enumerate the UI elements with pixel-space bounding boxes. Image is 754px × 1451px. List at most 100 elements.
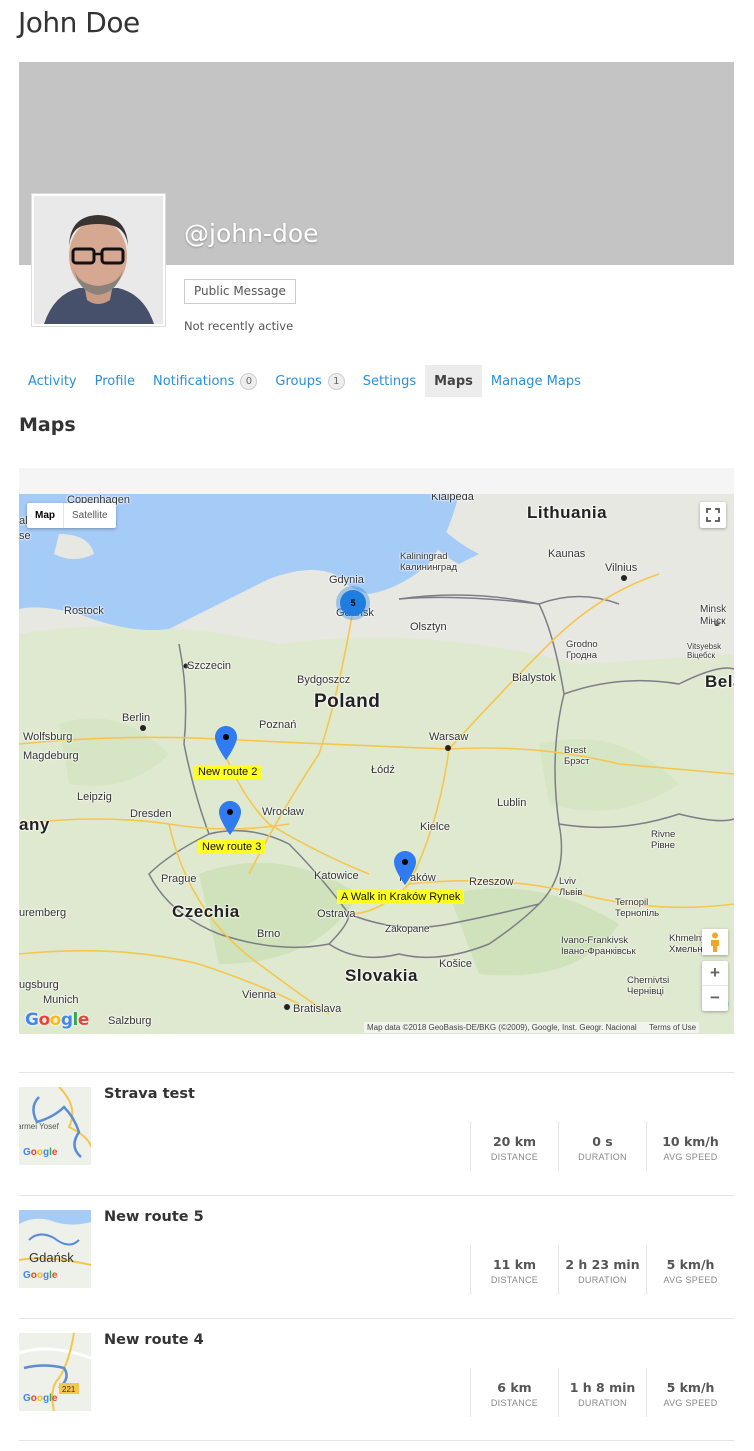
map-label: Vitsyebsk Віцебск	[687, 642, 722, 660]
stat-label: DISTANCE	[490, 1152, 539, 1162]
map-pin-icon[interactable]	[215, 726, 237, 760]
zoom-out-button[interactable]: −	[702, 986, 728, 1011]
map-label: se	[19, 530, 31, 542]
route-thumbnail-map: 221 Google	[19, 1333, 91, 1411]
map-label: Ternopil Тернопіль	[615, 897, 660, 919]
route-thumbnail[interactable]: Gdańsk Google	[19, 1210, 91, 1288]
route-stats: 6 km DISTANCE 1 h 8 min DURATION 5 km/h AVG…	[470, 1368, 734, 1417]
tab-manage-maps[interactable]: Manage Maps	[482, 365, 590, 397]
map-label: Olsztyn	[410, 621, 447, 633]
map-label: uremberg	[19, 907, 67, 919]
tab-label: Settings	[362, 373, 417, 389]
map-type-map-button[interactable]: Map	[27, 503, 64, 528]
map-label: Slovakia	[345, 966, 418, 985]
stat-avg-speed: 5 km/h AVG SPEED	[646, 1245, 734, 1294]
street-view-button[interactable]	[702, 929, 728, 955]
tab-label: Maps	[434, 373, 473, 389]
map-view[interactable]: Copenhagen almö se Rostock Klaipeda Lith…	[19, 494, 734, 1034]
stat-duration: 0 s DURATION	[558, 1122, 646, 1171]
stat-value: 10 km/h	[662, 1134, 719, 1149]
map-label: Czechia	[172, 902, 240, 921]
pegman-icon	[711, 932, 719, 952]
route-tag-new-route-3[interactable]: New route 3	[198, 840, 266, 854]
map-label: any	[19, 815, 50, 834]
map-label: Bialystok	[512, 672, 557, 684]
map-label: Klaipeda	[431, 494, 474, 503]
map-label: Brest Брэст	[564, 745, 590, 767]
stat-value: 6 km	[497, 1380, 532, 1395]
profile-nav: Activity Profile Notifications 0 Groups 1 …	[19, 365, 590, 397]
google-logo: Google	[25, 1010, 89, 1030]
route-list: armei Yosef Google Strava test 20 km DIST…	[19, 1072, 734, 1441]
tab-notifications[interactable]: Notifications 0	[144, 365, 266, 397]
stat-value: 0 s	[592, 1134, 613, 1149]
route-tag-new-route-2[interactable]: New route 2	[194, 765, 262, 779]
thumb-label: Gdańsk	[29, 1250, 74, 1265]
section-title: Maps	[19, 414, 76, 436]
map-label: Kaliningrad Калининград	[400, 551, 458, 573]
route-tag-krakow[interactable]: A Walk in Kraków Rynek	[337, 890, 465, 904]
tab-label: Profile	[94, 373, 136, 389]
public-message-button[interactable]: Public Message	[184, 279, 296, 304]
map-label: Chernivtsi Чернівці	[627, 975, 670, 997]
stat-avg-speed: 5 km/h AVG SPEED	[646, 1368, 734, 1417]
map-label: Warsaw	[429, 731, 469, 743]
tab-activity[interactable]: Activity	[19, 365, 86, 397]
fullscreen-button[interactable]	[700, 502, 726, 528]
route-thumbnail-map: armei Yosef Google	[19, 1087, 91, 1165]
stat-duration: 2 h 23 min DURATION	[558, 1245, 646, 1294]
fullscreen-icon	[706, 508, 720, 522]
route-thumbnail[interactable]: armei Yosef Google	[19, 1087, 91, 1165]
map-label: Vilnius	[605, 562, 638, 574]
map-label: Poznań	[259, 719, 297, 731]
map-label: Munich	[43, 994, 79, 1006]
stat-label: AVG SPEED	[663, 1275, 718, 1285]
profile-handle: @john-doe	[184, 219, 319, 248]
map-toolbar	[19, 468, 734, 494]
route-thumbnail[interactable]: 221 Google	[19, 1333, 91, 1411]
google-logo: Google	[23, 1393, 58, 1404]
tab-settings[interactable]: Settings	[354, 365, 425, 397]
map-label: Bratislava	[293, 1003, 342, 1015]
map-label: Rostock	[64, 605, 104, 617]
map-pin-icon[interactable]	[394, 851, 416, 885]
page-title: John Doe	[18, 6, 140, 39]
terms-link[interactable]: Terms of Use	[649, 1023, 696, 1032]
map-label: Lithuania	[527, 503, 608, 522]
tab-maps[interactable]: Maps	[425, 365, 482, 397]
cluster-marker[interactable]: 5	[340, 590, 366, 616]
groups-count-badge: 1	[327, 372, 345, 390]
map-type-control: Map Satellite	[27, 503, 116, 528]
stat-duration: 1 h 8 min DURATION	[558, 1368, 646, 1417]
stat-distance: 20 km DISTANCE	[470, 1122, 558, 1171]
map-label: Wolfsburg	[23, 731, 73, 743]
map-label: Berlin	[122, 712, 151, 724]
route-item[interactable]: armei Yosef Google Strava test 20 km DIST…	[19, 1072, 734, 1195]
route-title[interactable]: Strava test	[104, 1086, 195, 1102]
route-item[interactable]: Gdańsk Google New route 5 11 km DISTANCE …	[19, 1195, 734, 1318]
map-pin-icon[interactable]	[219, 801, 241, 835]
map-label: Ostrava	[317, 908, 356, 920]
map-label: Bydgoszcz	[297, 674, 351, 686]
stat-distance: 11 km DISTANCE	[470, 1245, 558, 1294]
map-type-satellite-button[interactable]: Satellite	[64, 503, 116, 528]
google-logo: Google	[23, 1147, 58, 1158]
map-label: Minsk Мінск	[700, 604, 727, 627]
map-label: Łódź	[371, 764, 395, 776]
route-title[interactable]: New route 5	[104, 1209, 204, 1225]
zoom-in-button[interactable]: +	[702, 961, 728, 986]
map-label: Wrocław	[262, 806, 304, 818]
map-label: Lviv Львів	[559, 876, 583, 898]
activity-status: Not recently active	[184, 319, 294, 333]
tab-label: Groups	[275, 373, 322, 389]
tab-profile[interactable]: Profile	[86, 365, 144, 397]
tab-groups[interactable]: Groups 1	[266, 365, 353, 397]
tab-label: Manage Maps	[490, 373, 581, 389]
route-stats: 11 km DISTANCE 2 h 23 min DURATION 5 km/h A…	[470, 1245, 734, 1294]
route-item[interactable]: 221 Google New route 4 6 km DISTANCE 1 h …	[19, 1318, 734, 1441]
map-attribution: Map data ©2018 GeoBasis-DE/BKG (©2009), …	[364, 1022, 700, 1033]
stat-label: DURATION	[578, 1398, 627, 1408]
route-title[interactable]: New route 4	[104, 1332, 204, 1348]
stat-label: DISTANCE	[490, 1275, 539, 1285]
avatar[interactable]	[31, 193, 166, 327]
